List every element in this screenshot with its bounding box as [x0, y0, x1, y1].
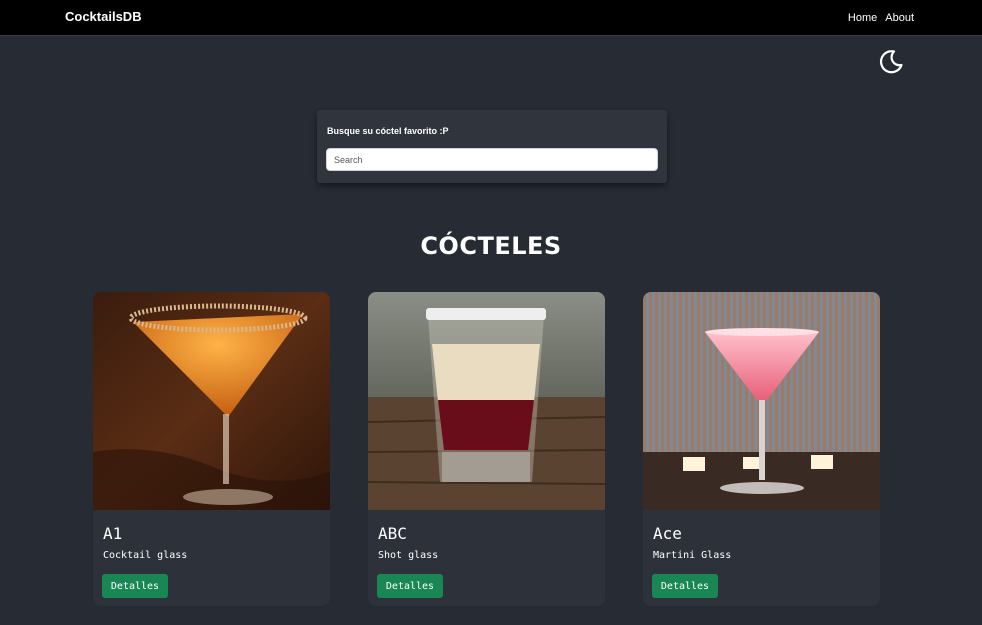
details-button[interactable]: Detalles: [652, 574, 718, 598]
navbar: CocktailsDB Home About: [0, 0, 982, 36]
cocktail-glass: Shot glass: [378, 550, 439, 561]
cocktail-card: ABC Shot glass Detalles: [368, 292, 605, 606]
cocktail-image: [368, 292, 605, 510]
nav-link-home[interactable]: Home: [848, 12, 877, 24]
cocktail-name: A1: [103, 524, 123, 543]
brand-link[interactable]: CocktailsDB: [65, 9, 142, 24]
moon-icon: [879, 50, 903, 74]
theme-toggle-button[interactable]: [877, 48, 905, 76]
details-button[interactable]: Detalles: [102, 574, 168, 598]
cocktail-glass: Martini Glass: [653, 550, 732, 561]
page-title: CÓCTELES: [420, 232, 562, 260]
search-input[interactable]: [326, 148, 658, 171]
nav-links: Home About: [848, 12, 914, 24]
search-card: Busque su cóctel favorito :P: [317, 110, 667, 183]
cocktail-card: A1 Cocktail glass Detalles: [93, 292, 330, 606]
cocktail-image: [643, 292, 880, 510]
details-button[interactable]: Detalles: [377, 574, 443, 598]
cocktail-image: [93, 292, 330, 510]
cocktail-name: ABC: [378, 524, 407, 543]
search-label: Busque su cóctel favorito :P: [327, 126, 449, 136]
nav-link-about[interactable]: About: [885, 12, 914, 24]
cocktail-glass: Cocktail glass: [103, 550, 188, 561]
cocktail-name: Ace: [653, 524, 682, 543]
cocktail-card: Ace Martini Glass Detalles: [643, 292, 880, 606]
